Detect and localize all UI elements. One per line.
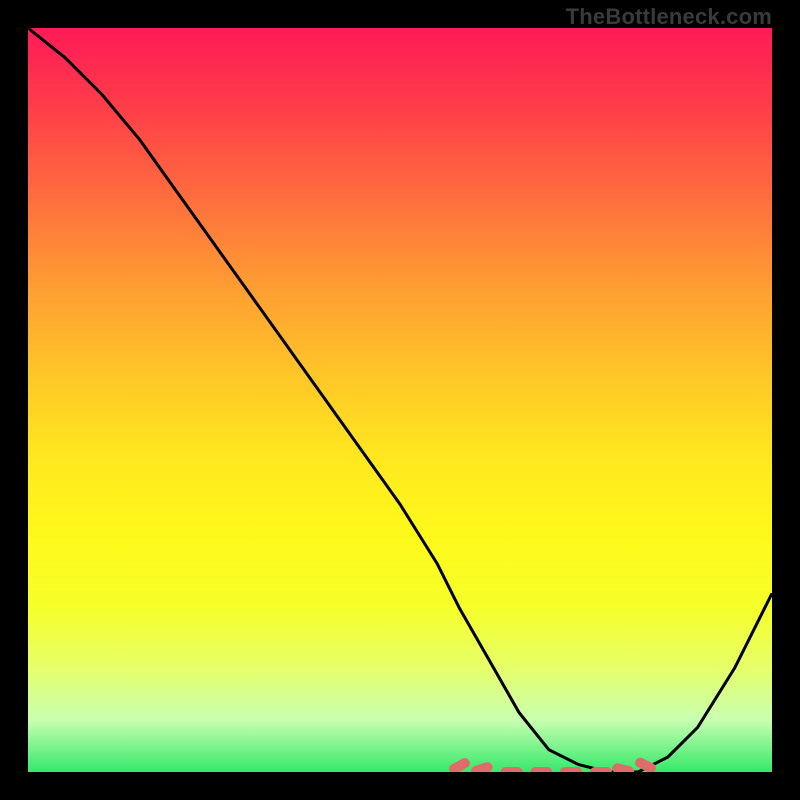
marker-group [447, 756, 657, 772]
bottleneck-curve [28, 28, 772, 772]
curve-marker [470, 761, 494, 772]
curve-marker [611, 762, 635, 772]
watermark-text: TheBottleneck.com [566, 4, 772, 30]
curve-marker [590, 767, 612, 772]
curve-marker [501, 767, 523, 772]
outer-frame: TheBottleneck.com [0, 0, 800, 800]
curve-marker [530, 767, 552, 772]
curve-marker [633, 756, 657, 772]
curve-marker [447, 756, 471, 772]
curve-path [28, 28, 772, 772]
curve-marker [560, 767, 582, 772]
plot-area [28, 28, 772, 772]
